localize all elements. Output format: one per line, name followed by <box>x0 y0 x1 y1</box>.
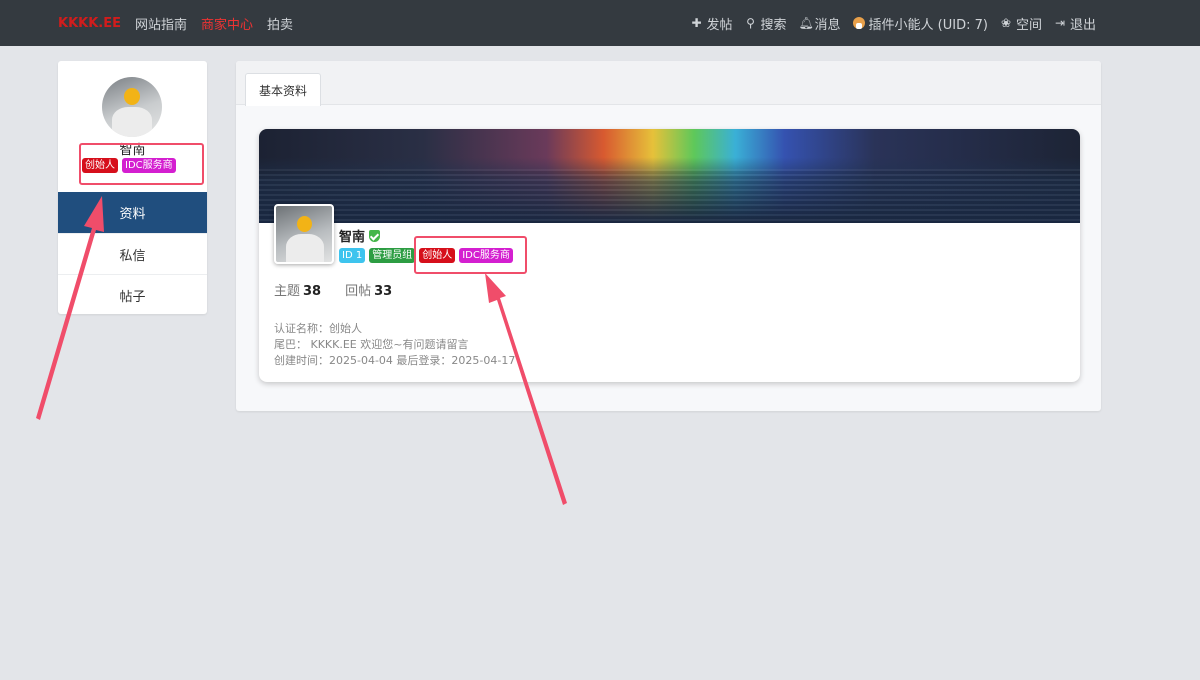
logout-label: 退出 <box>1069 17 1096 33</box>
main-panel: 基本资料 智南 ID 1 管理员组 创始人 IDC服务商 主题 38 回帖 33 认… <box>236 61 1101 411</box>
profile-info: 认证名称：创始人 尾巴： KKKK.EE 欢迎您~有问题请留言 创建时间：202… <box>274 321 515 369</box>
paw-icon: ❀ <box>1000 16 1011 30</box>
tab-basic-info[interactable]: 基本资料 <box>245 73 322 106</box>
info-dates: 创建时间：2025-04-04 最后登录：2025-04-17 <box>274 354 516 367</box>
user-label: 插件小能人 (UID: 7) <box>868 17 988 33</box>
nav-right: ✚ 发帖 ⚲ 搜索 🔔︎ 消息 插件小能人 (UID: 7) ❀ 空间 ⇥ 退出 <box>691 0 1096 46</box>
verified-shield-icon <box>369 229 381 242</box>
stat-topics-label: 主题 <box>274 284 301 299</box>
search-icon: ⚲ <box>746 16 755 30</box>
plus-icon: ✚ <box>691 16 702 30</box>
profile-name-text: 智南 <box>339 230 366 245</box>
sidebar-item-profile[interactable]: 资料 <box>58 192 207 233</box>
profile-stats: 主题 38 回帖 33 <box>274 280 392 299</box>
bell-icon: 🔔︎ <box>798 16 814 30</box>
avatar[interactable] <box>102 77 162 137</box>
profile-avatar[interactable] <box>274 204 334 264</box>
profile-card: 智南 ID 1 管理员组 创始人 IDC服务商 主题 38 回帖 33 认证名称：创… <box>259 129 1080 382</box>
profile-avatar-body <box>286 234 324 262</box>
nav-left: KKKK.EE 网站指南 商家中心 拍卖 <box>58 0 293 46</box>
info-cert: 认证名称：创始人 <box>274 322 362 335</box>
nav-link-guide[interactable]: 网站指南 <box>135 14 187 33</box>
sidebar-item-messages[interactable]: 私信 <box>58 233 207 274</box>
post-label: 发帖 <box>706 17 733 33</box>
stat-topics-value: 38 <box>303 284 322 299</box>
messages-button[interactable]: 🔔︎ 消息 <box>799 14 841 33</box>
user-avatar-icon <box>852 17 865 29</box>
profile-username: 智南 <box>339 226 381 245</box>
post-button[interactable]: ✚ 发帖 <box>691 14 733 33</box>
stat-replies-value: 33 <box>374 284 393 299</box>
annotation-box-sidebar <box>79 143 204 185</box>
badge-admin-group: 管理员组 <box>369 248 416 263</box>
avatar-body <box>112 107 152 137</box>
search-label: 搜索 <box>760 17 787 33</box>
stat-replies-label: 回帖 <box>345 284 372 299</box>
logout-icon: ⇥ <box>1054 16 1066 30</box>
space-button[interactable]: ❀ 空间 <box>1000 14 1042 33</box>
avatar-face <box>124 88 140 105</box>
top-navbar: KKKK.EE 网站指南 商家中心 拍卖 ✚ 发帖 ⚲ 搜索 🔔︎ 消息 插件小能人 … <box>0 0 1200 46</box>
profile-avatar-face <box>297 216 312 232</box>
tab-bar: 基本资料 <box>236 61 1101 106</box>
stat-replies[interactable]: 回帖 33 <box>345 280 392 299</box>
nav-link-auction[interactable]: 拍卖 <box>267 14 293 33</box>
search-button[interactable]: ⚲ 搜索 <box>745 14 787 33</box>
nav-link-merchant-center[interactable]: 商家中心 <box>201 14 253 33</box>
profile-banner <box>259 129 1080 223</box>
user-menu[interactable]: 插件小能人 (UID: 7) <box>852 14 988 33</box>
space-label: 空间 <box>1015 17 1042 33</box>
stat-topics[interactable]: 主题 38 <box>274 280 321 299</box>
site-logo[interactable]: KKKK.EE <box>58 16 121 31</box>
profile-sidebar: 智南 创始人 IDC服务商 资料 私信 帖子 <box>58 61 207 314</box>
sidebar-item-posts[interactable]: 帖子 <box>58 274 207 314</box>
badge-id: ID 1 <box>339 248 366 263</box>
logout-button[interactable]: ⇥ 退出 <box>1054 14 1096 33</box>
annotation-box-card <box>414 236 527 274</box>
messages-label: 消息 <box>814 17 841 33</box>
info-tail: 尾巴： KKKK.EE 欢迎您~有问题请留言 <box>274 338 469 351</box>
